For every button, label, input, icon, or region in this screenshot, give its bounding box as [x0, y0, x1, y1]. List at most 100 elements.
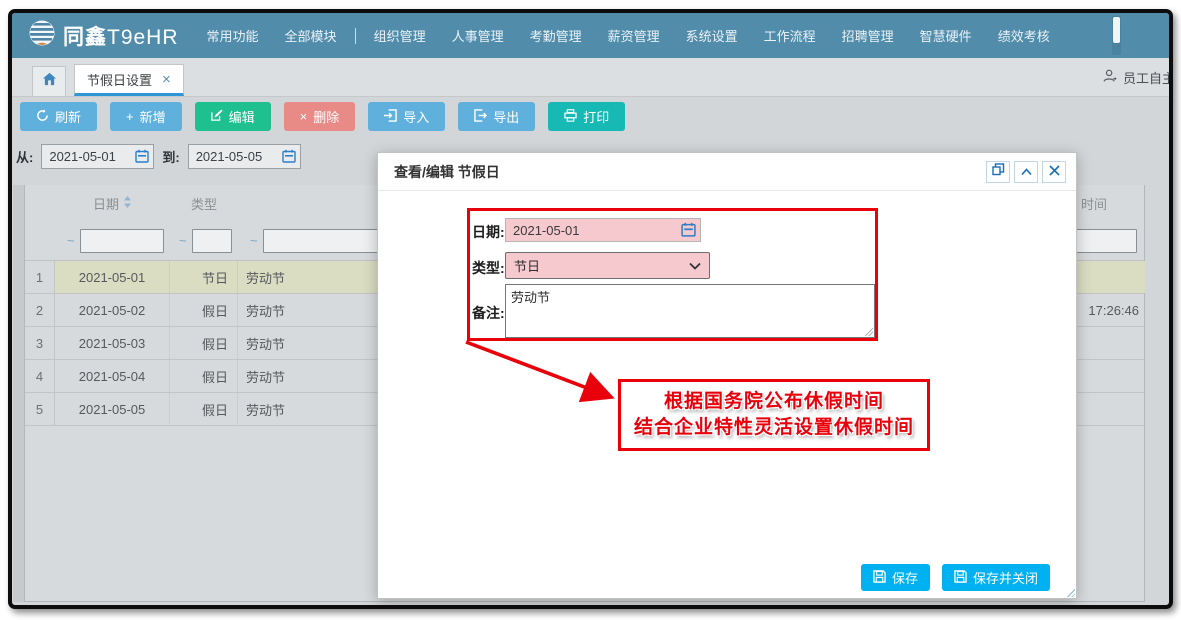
from-label: 从: [16, 147, 33, 166]
top-navbar: 同鑫T9eHR 常用功能 全部模块 组织管理 人事管理 考勤管理 薪资管理 系统… [12, 13, 1169, 58]
delete-button[interactable]: × 删除 [284, 102, 356, 131]
edit-holiday-dialog: 查看/编辑 节假日 日期: 类型: 节日 [377, 152, 1077, 599]
filter-type: ~ [170, 229, 238, 253]
type-field-label: 类型: [472, 258, 505, 278]
cell-type: 假日 [170, 294, 238, 326]
header-type[interactable]: 类型 [170, 194, 238, 213]
nav-item-recruit[interactable]: 招聘管理 [842, 26, 894, 45]
row-number: 3 [25, 327, 55, 359]
brand-name: 同鑫T9eHR [63, 21, 179, 51]
nav-item-workflow[interactable]: 工作流程 [764, 26, 816, 45]
holiday-note-field: 劳动节 [505, 284, 875, 338]
row-number: 5 [25, 393, 55, 425]
edit-icon [211, 109, 223, 123]
close-button[interactable] [1042, 161, 1066, 183]
screenshot-frame: 同鑫T9eHR 常用功能 全部模块 组织管理 人事管理 考勤管理 薪资管理 系统… [8, 9, 1173, 609]
filter-type-input[interactable] [192, 229, 232, 253]
tab-home[interactable] [32, 66, 66, 96]
cell-type: 假日 [170, 393, 238, 425]
home-icon [42, 72, 57, 91]
export-button[interactable]: 导出 [458, 102, 535, 131]
cell-type: 节日 [170, 261, 238, 293]
save-button[interactable]: 保存 [861, 564, 930, 591]
save-and-close-button[interactable]: 保存并关闭 [942, 564, 1050, 591]
tab-bar: 节假日设置 × 员工自主 [12, 58, 1169, 97]
print-button[interactable]: 打印 [548, 102, 625, 131]
cell-type: 假日 [170, 327, 238, 359]
edit-button[interactable]: 编辑 [195, 102, 271, 131]
filter-date-input[interactable] [80, 229, 164, 253]
chevron-down-icon [689, 258, 701, 273]
plus-icon: + [126, 110, 134, 123]
dialog-header[interactable]: 查看/编辑 节假日 [378, 153, 1076, 191]
tab-holiday-settings[interactable]: 节假日设置 × [74, 64, 184, 96]
print-icon [564, 109, 577, 124]
nav-item-system[interactable]: 系统设置 [686, 26, 738, 45]
table-left-gutter [13, 185, 25, 602]
logo-globe-icon [28, 19, 56, 52]
refresh-button[interactable]: 刷新 [20, 102, 97, 131]
nav-item-org[interactable]: 组织管理 [374, 26, 426, 45]
annotation-line-2: 结合企业特性灵活设置休假时间 [634, 415, 914, 441]
tab-close-icon[interactable]: × [162, 71, 171, 88]
to-date-field [188, 144, 301, 169]
tab-label: 节假日设置 [87, 70, 152, 89]
holiday-date-input[interactable] [505, 218, 701, 242]
nav-item-all-modules[interactable]: 全部模块 [285, 26, 337, 45]
cell-date: 2021-05-05 [55, 393, 170, 425]
annotation-line-1: 根据国务院公布休假时间 [664, 389, 884, 415]
brand-logo: 同鑫T9eHR [28, 19, 179, 52]
user-area[interactable]: 员工自主 [1102, 58, 1169, 96]
user-icon [1102, 68, 1118, 87]
annotation-callout: 根据国务院公布休假时间 结合企业特性灵活设置休假时间 [618, 379, 930, 451]
holiday-type-select[interactable]: 节日 [505, 252, 710, 279]
calendar-icon[interactable] [135, 149, 149, 166]
cell-date: 2021-05-02 [55, 294, 170, 326]
dialog-resize-grip[interactable] [1066, 588, 1075, 597]
user-label: 员工自主 [1123, 68, 1169, 87]
nav-divider [355, 28, 356, 44]
export-icon [474, 109, 487, 124]
row-number: 4 [25, 360, 55, 392]
nav-scrollbar-thumb[interactable] [1113, 17, 1120, 43]
sort-icon[interactable] [123, 196, 132, 211]
row-number: 2 [25, 294, 55, 326]
from-date-field [41, 144, 154, 169]
refresh-icon [36, 109, 49, 124]
calendar-icon[interactable] [282, 149, 296, 166]
holiday-date-field [505, 218, 701, 242]
nav-item-common[interactable]: 常用功能 [207, 26, 259, 45]
cell-date: 2021-05-01 [55, 261, 170, 293]
maximize-button[interactable] [986, 161, 1010, 183]
nav-item-salary[interactable]: 薪资管理 [608, 26, 660, 45]
maximize-icon [992, 163, 1005, 181]
nav-item-hardware[interactable]: 智慧硬件 [920, 26, 972, 45]
filter-date: ~ [55, 229, 170, 253]
nav-item-attendance[interactable]: 考勤管理 [530, 26, 582, 45]
dialog-title: 查看/编辑 节假日 [394, 162, 500, 182]
to-label: 到: [162, 147, 179, 166]
calendar-icon[interactable] [681, 222, 696, 242]
holiday-note-textarea[interactable]: 劳动节 [505, 284, 875, 338]
collapse-button[interactable] [1014, 161, 1038, 183]
close-icon [1049, 163, 1060, 181]
date-field-label: 日期: [472, 222, 505, 242]
row-number: 1 [25, 261, 55, 293]
nav-menu: 常用功能 全部模块 组织管理 人事管理 考勤管理 薪资管理 系统设置 工作流程 … [207, 26, 1050, 45]
hr-application-window: 同鑫T9eHR 常用功能 全部模块 组织管理 人事管理 考勤管理 薪资管理 系统… [12, 13, 1169, 605]
add-button[interactable]: + 新增 [110, 102, 182, 131]
cell-type: 假日 [170, 360, 238, 392]
cell-date: 2021-05-04 [55, 360, 170, 392]
nav-item-performance[interactable]: 绩效考核 [998, 26, 1050, 45]
header-date[interactable]: 日期 [55, 194, 170, 213]
nav-scrollbar[interactable] [1112, 16, 1121, 55]
cell-date: 2021-05-03 [55, 327, 170, 359]
note-field-label: 备注: [472, 303, 505, 323]
import-icon [384, 109, 397, 124]
chevron-up-icon [1021, 163, 1032, 181]
import-button[interactable]: 导入 [368, 102, 445, 131]
floppy-icon [954, 570, 967, 586]
floppy-icon [873, 570, 886, 586]
selected-type-value: 节日 [514, 256, 540, 275]
nav-item-personnel[interactable]: 人事管理 [452, 26, 504, 45]
